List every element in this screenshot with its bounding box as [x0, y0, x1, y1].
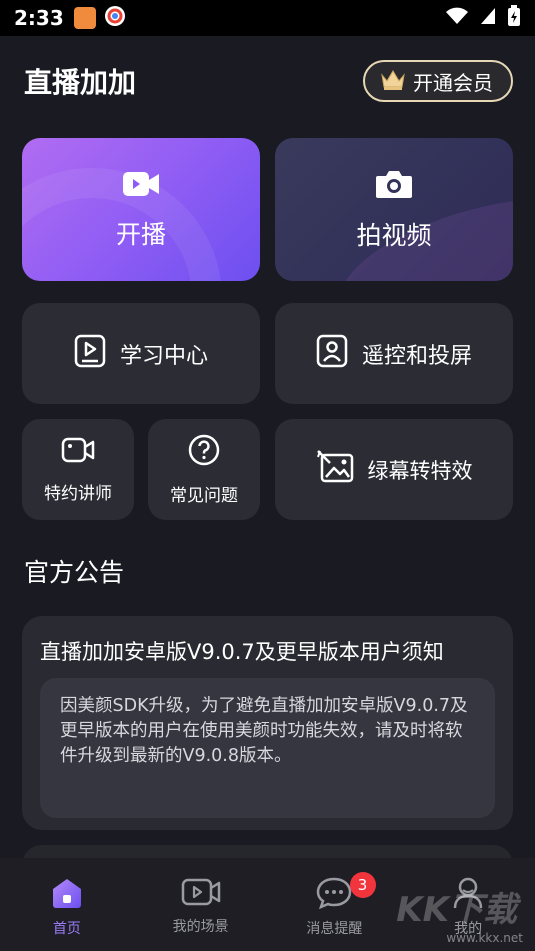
tab-messages[interactable]: 消息提醒 3 [268, 858, 402, 951]
video-icon [61, 436, 95, 469]
section-title: 官方公告 [24, 558, 125, 587]
tab-my-scenes[interactable]: 我的场景 [134, 858, 268, 951]
watermark-text: www.kkx.net [446, 931, 523, 945]
tab-home-label: 首页 [52, 921, 81, 937]
tab-messages-label: 消息提醒 [306, 921, 363, 937]
tab-my-scenes-label: 我的场景 [172, 919, 229, 935]
vip-button[interactable]: 开通会员 [363, 60, 513, 102]
study-center-label: 学习中心 [119, 343, 208, 369]
remote-cast-card[interactable]: 遥控和投屏 [275, 303, 513, 404]
play-book-icon [74, 334, 106, 374]
image-edit-icon [316, 449, 356, 490]
go-live-label: 开播 [115, 219, 166, 249]
tab-home[interactable]: 首页 [0, 858, 134, 951]
shoot-video-label: 拍视频 [356, 220, 432, 250]
notice-title: 直播加加安卓版V9.0.7及更早版本用户须知 [40, 640, 444, 664]
message-badge: 3 [349, 872, 376, 898]
chrome-notification-icon [104, 5, 126, 31]
green-screen-label: 绿幕转特效 [367, 458, 473, 483]
watermark-logo: KK下载 [396, 890, 517, 930]
video-scene-icon [181, 876, 221, 912]
status-bar: 2:33 [0, 0, 535, 36]
notice-body: 因美颜SDK升级，为了避免直播加加安卓版V9.0.7及更早版本的用户在使用美颜时… [40, 678, 495, 818]
camera-icon [374, 168, 414, 206]
remote-cast-label: 遥控和投屏 [361, 343, 472, 369]
shoot-video-card[interactable]: 拍视频 [275, 138, 513, 281]
message-icon [315, 876, 353, 914]
vip-label: 开通会员 [413, 70, 493, 95]
app-notification-icon [73, 7, 96, 29]
crown-icon [379, 67, 407, 96]
signal-icon [479, 6, 497, 30]
video-camera-icon [121, 169, 161, 205]
notice-card[interactable]: 直播加加安卓版V9.0.7及更早版本用户须知 因美颜SDK升级，为了避免直播加加… [22, 616, 513, 830]
remote-screen-icon [316, 334, 348, 374]
study-center-card[interactable]: 学习中心 [22, 303, 260, 404]
go-live-card[interactable]: 开播 [22, 138, 260, 281]
app-title: 直播加加 [24, 66, 137, 99]
faq-label: 常见问题 [170, 485, 238, 506]
battery-icon [507, 5, 521, 31]
home-icon [50, 876, 84, 914]
lecturer-label: 特约讲师 [44, 483, 112, 504]
faq-card[interactable]: 常见问题 [148, 419, 260, 520]
lecturer-card[interactable]: 特约讲师 [22, 419, 134, 520]
header: 直播加加 开通会员 [24, 60, 513, 102]
question-icon [188, 434, 220, 471]
wifi-icon [445, 6, 469, 30]
status-time: 2:33 [14, 6, 64, 30]
green-screen-card[interactable]: 绿幕转特效 [275, 419, 513, 520]
